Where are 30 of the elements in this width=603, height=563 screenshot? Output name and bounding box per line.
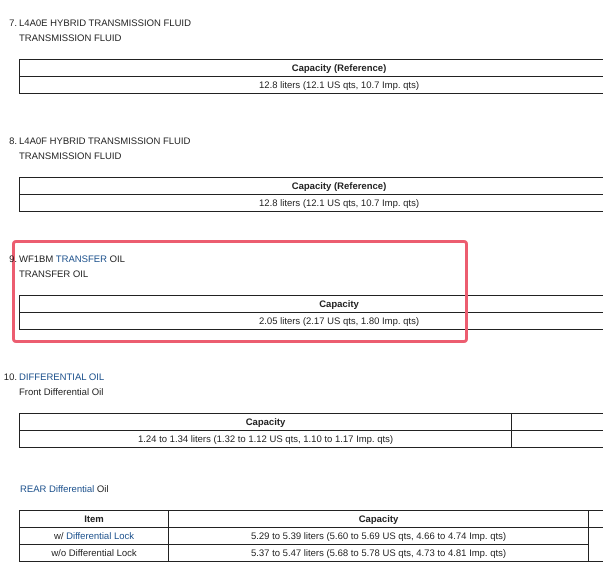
cell-text: 12.8 liters (12.1 US qts, 10.7 Imp. qts) (259, 80, 419, 90)
column-header: Capacity (168, 510, 588, 528)
cell-text: w/ (54, 530, 64, 542)
subheading-text: TRANSMISSION FLUID (19, 151, 122, 162)
subheading-text: Front Differential Oil (19, 387, 104, 398)
list-number: 10. (2, 371, 18, 385)
heading-text: WF1BM (19, 254, 54, 265)
heading-link[interactable]: REAR Differential (20, 484, 94, 495)
cell-text: 2.05 liters (2.17 US qts, 1.80 Imp. qts) (259, 316, 419, 326)
cell-text: 12.8 liters (12.1 US qts, 10.7 Imp. qts) (259, 198, 419, 208)
list-number: 8. (8, 135, 18, 149)
list-number: 7. (8, 17, 18, 31)
cell-text: w/o Differential Lock (51, 548, 137, 558)
cell-text: 5.29 to 5.39 liters (5.60 to 5.69 US qts, 4.66 to 4.74 Imp. qts) (250, 530, 506, 542)
column-header: Capacity (20, 414, 512, 430)
heading-text: L4A0E HYBRID TRANSMISSION FLUID (19, 18, 191, 29)
heading-text: Oil (96, 484, 109, 495)
heading-link[interactable]: DIFFERENTIAL OIL (19, 372, 104, 383)
cell-text: 5.37 to 5.47 liters (5.68 to 5.78 US qts, 4.73 to 4.81 Imp. qts) (250, 548, 506, 558)
heading-text: OIL (108, 254, 125, 265)
column-header: Capacity (Reference) (20, 178, 603, 194)
subheading-text: TRANSMISSION FLUID (19, 33, 122, 44)
heading-text: L4A0F HYBRID TRANSMISSION FLUID (19, 136, 190, 147)
column-header: Capacity (Reference) (20, 60, 603, 76)
heading-link[interactable]: TRANSFER (56, 254, 107, 265)
cell-link[interactable]: Differential Lock (66, 530, 134, 542)
column-header: Item (20, 510, 168, 528)
column-header: Capacity (20, 296, 603, 312)
cell-text: 1.24 to 1.34 liters (1.32 to 1.12 US qts, 1.10 to 1.17 Imp. qts) (138, 434, 394, 444)
subheading-text: TRANSFER OIL (19, 269, 88, 280)
